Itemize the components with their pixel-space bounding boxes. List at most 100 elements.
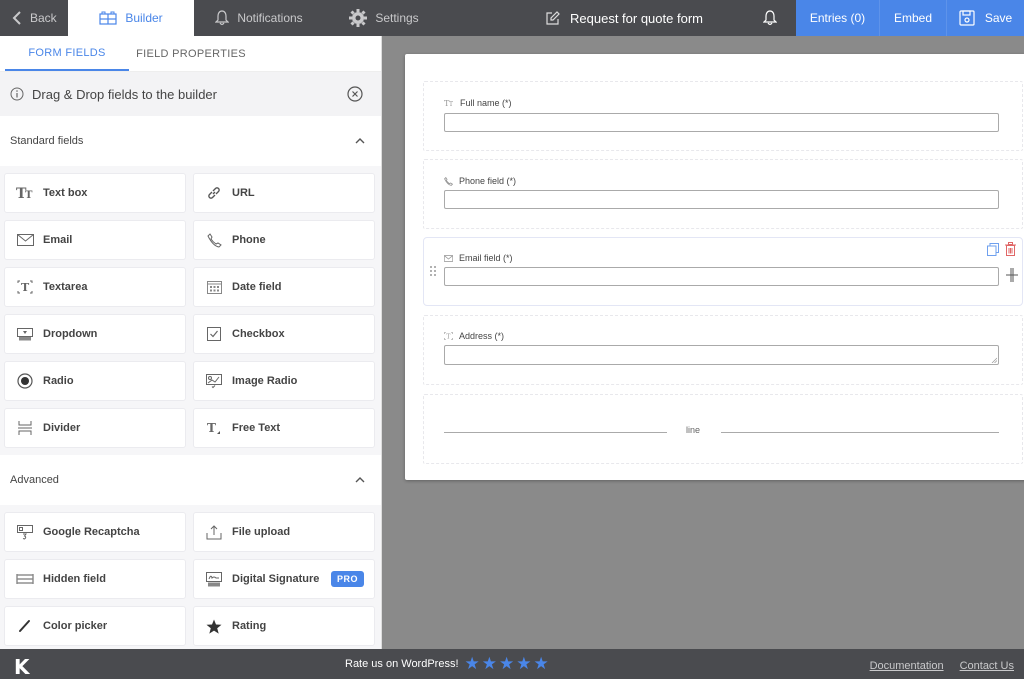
pro-badge: PRO — [330, 571, 364, 587]
info-banner: Drag & Drop fields to the builder — [0, 72, 381, 116]
field-digital-signature[interactable]: Digital Signature PRO — [193, 559, 375, 599]
dropdown-icon — [15, 324, 35, 344]
field-text-box[interactable]: TT Text box — [4, 173, 186, 213]
settings-label: Settings — [375, 11, 419, 25]
star-icon[interactable]: ★ — [499, 655, 514, 672]
sidebar-tabs: FORM FIELDS FIELD PROPERTIES — [0, 36, 381, 72]
field-dropdown[interactable]: Dropdown — [4, 314, 186, 354]
field-label: Phone — [232, 234, 266, 246]
field-label: Text box — [43, 187, 88, 199]
form-title[interactable]: Request for quote form — [444, 0, 744, 36]
field-label: URL — [232, 187, 255, 199]
field-free-text[interactable]: T Free Text — [193, 408, 375, 448]
brand-logo: K — [14, 655, 30, 679]
field-email[interactable]: Email — [4, 220, 186, 260]
svg-text:T: T — [449, 101, 453, 107]
form-row-email[interactable]: Email field (*) — [423, 237, 1023, 306]
resize-width-icon[interactable] — [1006, 268, 1018, 282]
info-text: Drag & Drop fields to the builder — [32, 86, 217, 102]
row-label: Phone field (*) — [444, 176, 516, 186]
delete-icon[interactable] — [1005, 242, 1016, 256]
recaptcha-icon — [15, 522, 35, 542]
documentation-link[interactable]: Documentation — [870, 660, 944, 672]
field-textarea[interactable]: T Textarea — [4, 267, 186, 307]
checkbox-icon — [204, 324, 224, 344]
embed-button[interactable]: Embed — [879, 0, 946, 36]
back-button[interactable]: Back — [0, 0, 68, 36]
drag-handle-icon[interactable] — [430, 266, 436, 278]
resize-grip-icon[interactable] — [991, 357, 997, 363]
advanced-fields-grid: Google Recaptcha File upload Hidden fiel… — [0, 505, 381, 649]
form-row-address[interactable]: T Address (*) — [423, 315, 1023, 385]
chevron-left-icon — [12, 11, 21, 25]
chevron-up-icon — [355, 138, 365, 144]
signature-icon — [204, 569, 224, 589]
row-label-text: Email field (*) — [459, 253, 513, 263]
save-button[interactable]: Save — [946, 0, 1024, 36]
entries-button[interactable]: Entries (0) — [796, 0, 879, 36]
svg-text:T: T — [207, 421, 216, 435]
textarea-icon: T — [444, 332, 453, 340]
close-icon[interactable] — [347, 86, 363, 102]
divider-icon — [15, 418, 35, 438]
star-icon[interactable]: ★ — [465, 655, 480, 672]
field-checkbox[interactable]: Checkbox — [193, 314, 375, 354]
info-icon — [10, 87, 24, 101]
builder-tab[interactable]: Builder — [68, 0, 194, 36]
top-bar: Back Builder Notifications Settings Requ… — [0, 0, 1024, 36]
phone-icon — [204, 230, 224, 250]
field-google-recaptcha[interactable]: Google Recaptcha — [4, 512, 186, 552]
form-row-divider[interactable]: line — [423, 394, 1023, 464]
email-input[interactable] — [444, 267, 999, 286]
field-image-radio[interactable]: Image Radio — [193, 361, 375, 401]
builder-canvas: TT Full name (*) Phone field (*) Email f… — [382, 36, 1024, 649]
duplicate-icon[interactable] — [987, 243, 999, 256]
settings-tab[interactable]: Settings — [324, 0, 444, 36]
divider-line-right — [721, 432, 999, 433]
field-rating[interactable]: Rating — [193, 606, 375, 646]
form-title-text: Request for quote form — [570, 10, 703, 26]
svg-text:T: T — [446, 333, 451, 340]
address-textarea[interactable] — [444, 345, 999, 365]
contact-link[interactable]: Contact Us — [960, 660, 1014, 672]
field-file-upload[interactable]: File upload — [193, 512, 375, 552]
field-label: Hidden field — [43, 573, 106, 585]
field-label: Color picker — [43, 620, 108, 632]
field-label: Radio — [43, 375, 74, 387]
chevron-up-icon — [355, 477, 365, 483]
entries-label: Entries (0) — [809, 11, 866, 25]
alerts-button[interactable] — [744, 0, 796, 36]
field-url[interactable]: URL — [193, 173, 375, 213]
field-label: Google Recaptcha — [43, 526, 140, 538]
tab-field-properties[interactable]: FIELD PROPERTIES — [129, 36, 253, 71]
field-radio[interactable]: Radio — [4, 361, 186, 401]
hidden-field-icon — [15, 569, 35, 589]
pencil-icon — [15, 616, 35, 636]
standard-fields-header[interactable]: Standard fields — [0, 116, 381, 166]
field-label: Date field — [232, 281, 282, 293]
field-label: Image Radio — [232, 375, 298, 387]
field-label: Rating — [232, 620, 267, 632]
field-phone[interactable]: Phone — [193, 220, 375, 260]
phone-icon — [444, 176, 453, 186]
footer-links: Documentation Contact Us — [870, 660, 1014, 672]
phone-input[interactable] — [444, 190, 999, 209]
field-divider[interactable]: Divider — [4, 408, 186, 448]
form-row-phone[interactable]: Phone field (*) — [423, 159, 1023, 229]
rate-us: Rate us on WordPress! ★ ★ ★ ★ ★ — [345, 655, 549, 672]
notifications-tab[interactable]: Notifications — [194, 0, 324, 36]
star-icon[interactable]: ★ — [482, 655, 497, 672]
rating-stars[interactable]: ★ ★ ★ ★ ★ — [465, 655, 549, 672]
field-color-picker[interactable]: Color picker — [4, 606, 186, 646]
form-row-full-name[interactable]: TT Full name (*) — [423, 81, 1023, 151]
tab-form-fields[interactable]: FORM FIELDS — [5, 36, 129, 71]
image-radio-icon — [204, 371, 224, 391]
field-date[interactable]: Date field — [193, 267, 375, 307]
star-icon[interactable]: ★ — [534, 655, 549, 672]
full-name-input[interactable] — [444, 113, 999, 132]
field-label: Divider — [43, 422, 81, 434]
star-icon[interactable]: ★ — [516, 655, 531, 672]
field-hidden-field[interactable]: Hidden field — [4, 559, 186, 599]
advanced-fields-header[interactable]: Advanced — [0, 455, 381, 505]
field-label: Email — [43, 234, 73, 246]
